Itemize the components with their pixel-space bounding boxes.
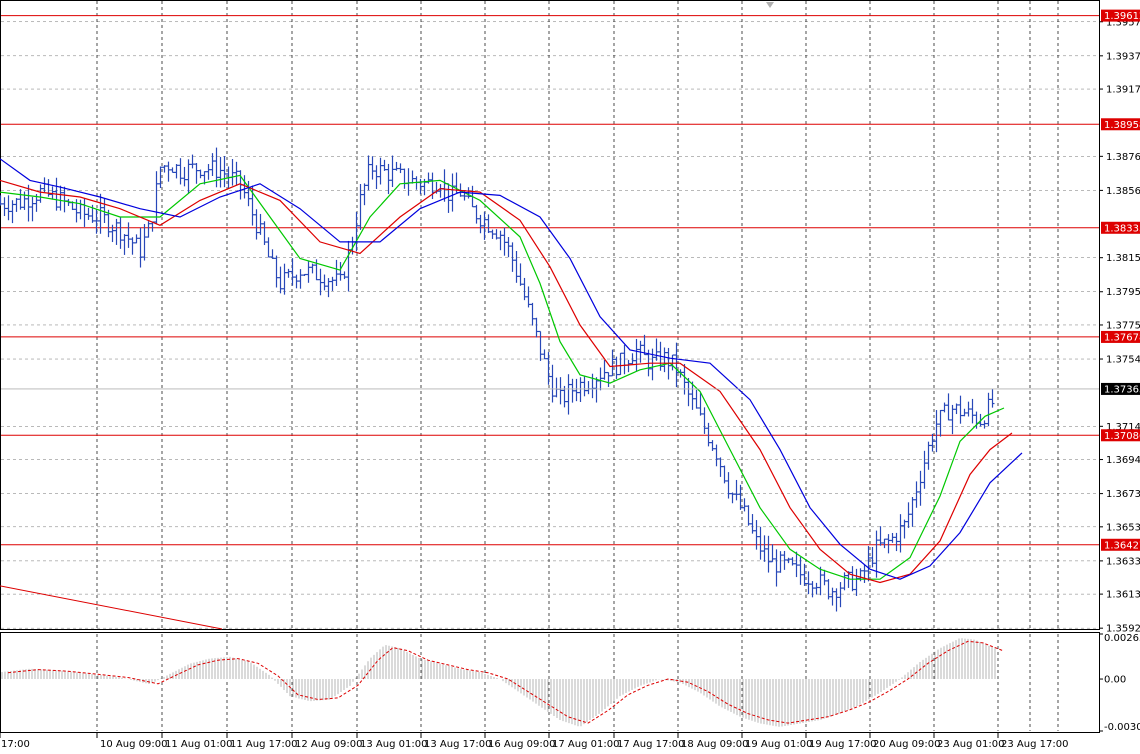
time-tick-label: 17:00	[1, 739, 30, 750]
current-price-label: 1.37365	[1104, 384, 1140, 395]
plot-frame-oscillator	[0, 632, 1100, 733]
time-tick-label: 20 Aug 09:00	[873, 739, 940, 750]
level-price-label: 1.37086	[1104, 431, 1140, 442]
level-price-tag: 1.37086	[1101, 429, 1140, 442]
price-tick-label: 1.36940	[1106, 455, 1140, 466]
level-price-label: 1.38335	[1104, 223, 1140, 234]
level-price-label: 1.37678	[1104, 332, 1140, 343]
time-tick-label: 11 Aug 17:00	[230, 739, 297, 750]
price-tick-label: 1.36330	[1106, 556, 1140, 567]
time-tick-label: 19 Aug 17:00	[809, 739, 876, 750]
oscillator-tick-label: -0.00304	[1104, 722, 1140, 733]
time-tick-label: 17 Aug 17:00	[617, 739, 684, 750]
level-price-tag: 1.36427	[1101, 538, 1140, 551]
plot-frame-main	[0, 0, 1100, 630]
level-price-label: 1.36427	[1104, 540, 1140, 551]
level-price-tag: 1.37678	[1101, 330, 1140, 343]
level-price-label: 1.39612	[1104, 11, 1140, 22]
level-price-tag: 1.38335	[1101, 221, 1140, 234]
time-tick-label: 23 Aug 17:00	[1001, 739, 1068, 750]
time-tick-label: 17 Aug 01:00	[552, 739, 619, 750]
price-tick-label: 1.39170	[1106, 85, 1140, 96]
price-tick-label: 1.38765	[1106, 152, 1140, 163]
price-tick-label: 1.36535	[1106, 522, 1140, 533]
time-tick-label: 18 Aug 09:00	[681, 739, 748, 750]
price-tick-label: 1.38155	[1106, 253, 1140, 264]
oscillator-axis: 0.002635 0.00 -0.00304	[1099, 633, 1140, 733]
price-tick-label: 1.36735	[1106, 489, 1140, 500]
time-tick-label: 13 Aug 17:00	[424, 739, 491, 750]
time-tick-label: 10 Aug 09:00	[100, 739, 167, 750]
level-price-tag: 1.38958	[1101, 118, 1140, 131]
current-price-tag: 1.37365	[1101, 382, 1140, 395]
time-axis: 17:00 10 Aug 09:0011 Aug 01:0011 Aug 17:0…	[0, 733, 1068, 750]
price-tick-label: 1.37950	[1106, 287, 1140, 298]
time-tick-label: 12 Aug 09:00	[295, 739, 362, 750]
time-tick-label: 11 Aug 01:00	[165, 739, 232, 750]
time-tick-label: 16 Aug 09:00	[488, 739, 555, 750]
time-tick-label: 13 Aug 01:00	[360, 739, 427, 750]
oscillator-tick-label: 0.00	[1104, 675, 1126, 686]
price-tick-label: 1.37750	[1106, 320, 1140, 331]
price-tick-label: 1.37545	[1106, 355, 1140, 366]
price-tick-label: 1.39370	[1106, 51, 1140, 62]
forex-chart: 1.395751.393701.391701.387651.385601.381…	[0, 0, 1140, 750]
level-price-tag: 1.39612	[1101, 9, 1140, 22]
price-tick-label: 1.36130	[1106, 590, 1140, 601]
price-tick-label: 1.38560	[1106, 186, 1140, 197]
level-price-label: 1.38958	[1104, 120, 1140, 131]
time-tick-label: 19 Aug 01:00	[745, 739, 812, 750]
time-tick-label: 23 Aug 01:00	[937, 739, 1004, 750]
oscillator-tick-label: 0.002635	[1104, 633, 1140, 644]
